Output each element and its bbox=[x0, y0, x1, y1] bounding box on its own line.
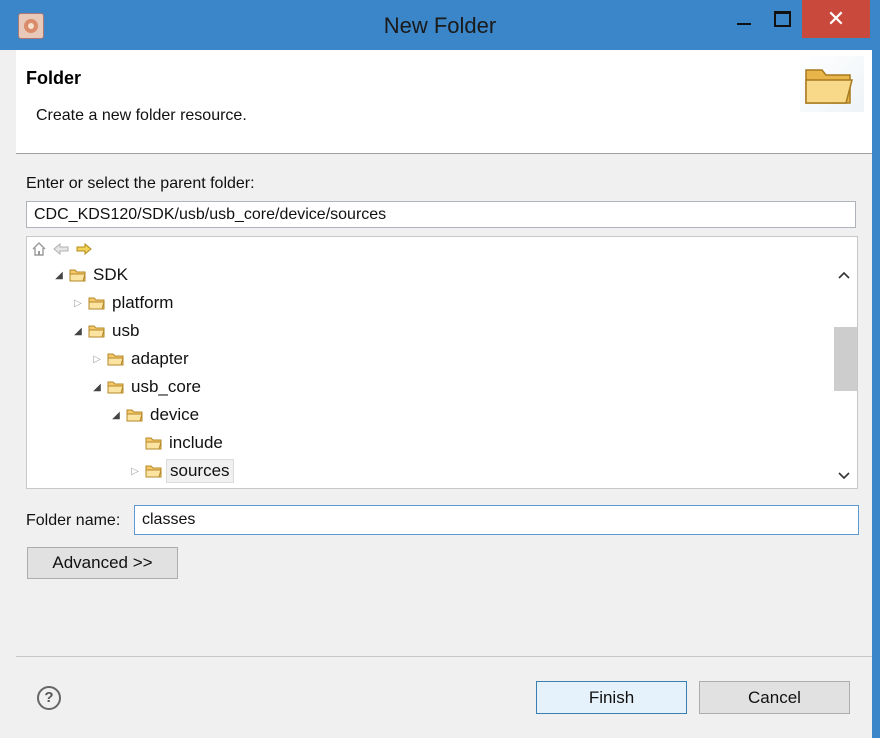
collapsed-twisty-icon[interactable]: ▷ bbox=[127, 466, 143, 477]
maximize-button[interactable] bbox=[764, 0, 800, 38]
tree-item-label: usb_core bbox=[131, 377, 201, 396]
tree-item-label: include bbox=[169, 433, 223, 452]
expanded-twisty-icon[interactable]: ◢ bbox=[108, 410, 124, 421]
tree-item-label: SDK bbox=[93, 265, 128, 284]
tree-toolbar bbox=[27, 237, 857, 261]
tree-item-label: sources bbox=[166, 459, 234, 483]
parent-folder-input[interactable] bbox=[26, 201, 856, 228]
minimize-button[interactable] bbox=[724, 0, 764, 38]
tree-item-device[interactable]: ◢ device bbox=[108, 403, 202, 427]
cancel-button[interactable]: Cancel bbox=[699, 681, 850, 714]
tree-item-label: platform bbox=[112, 293, 174, 312]
finish-button[interactable]: Finish bbox=[536, 681, 687, 714]
tree-item-label: adapter bbox=[131, 349, 189, 368]
folder-tree[interactable]: ◢ SDK ▷ platform ◢ usb ▷ adapter ◢ usb_c… bbox=[26, 236, 858, 489]
forward-arrow-icon[interactable] bbox=[76, 242, 92, 256]
folder-wizard-icon bbox=[800, 56, 864, 112]
scroll-down-icon[interactable] bbox=[831, 464, 857, 486]
tree-item-label: usb bbox=[112, 321, 140, 340]
collapsed-twisty-icon[interactable]: ▷ bbox=[70, 298, 86, 309]
folder-icon bbox=[88, 297, 105, 310]
tree-item-adapter[interactable]: ▷ adapter bbox=[89, 347, 192, 371]
back-arrow-icon[interactable] bbox=[53, 242, 69, 256]
page-title: Folder bbox=[26, 68, 82, 88]
tree-item-sdk[interactable]: ◢ SDK bbox=[51, 263, 131, 287]
maximize-icon bbox=[773, 11, 791, 27]
expanded-twisty-icon[interactable]: ◢ bbox=[70, 326, 86, 337]
expanded-twisty-icon[interactable]: ◢ bbox=[89, 382, 105, 393]
folder-icon bbox=[107, 381, 124, 394]
button-bar-separator bbox=[16, 656, 872, 657]
home-icon[interactable] bbox=[31, 242, 47, 256]
scrollbar-thumb[interactable] bbox=[834, 327, 857, 391]
background-window-edge bbox=[0, 0, 16, 738]
tree-item-platform[interactable]: ▷ platform bbox=[70, 291, 176, 315]
dialog-body: Folder Create a new folder resource. Ent… bbox=[16, 50, 872, 738]
tree-item-include[interactable]: include bbox=[127, 431, 226, 455]
folder-name-label: Folder name: bbox=[26, 512, 121, 529]
tree-rows: ◢ SDK ▷ platform ◢ usb ▷ adapter ◢ usb_c… bbox=[27, 261, 831, 488]
expanded-twisty-icon[interactable]: ◢ bbox=[51, 270, 67, 281]
folder-icon bbox=[88, 325, 105, 338]
tree-item-sources[interactable]: ▷ sources bbox=[127, 459, 234, 483]
page-description: Create a new folder resource. bbox=[36, 107, 247, 124]
folder-name-input[interactable] bbox=[134, 505, 859, 535]
tree-item-usb[interactable]: ◢ usb bbox=[70, 319, 142, 343]
close-button[interactable]: ✕ bbox=[802, 0, 870, 38]
folder-icon bbox=[145, 437, 162, 450]
tree-item-usb-core[interactable]: ◢ usb_core bbox=[89, 375, 204, 399]
tree-scrollbar[interactable] bbox=[831, 261, 857, 488]
help-icon[interactable]: ? bbox=[37, 686, 61, 710]
folder-icon bbox=[126, 409, 143, 422]
tree-item-label: device bbox=[150, 405, 200, 424]
scroll-up-icon[interactable] bbox=[831, 263, 857, 285]
wizard-header: Folder Create a new folder resource. bbox=[16, 50, 872, 154]
close-icon: ✕ bbox=[826, 6, 846, 31]
title-bar[interactable]: New Folder ✕ bbox=[0, 0, 880, 50]
collapsed-twisty-icon[interactable]: ▷ bbox=[89, 354, 105, 365]
folder-icon bbox=[69, 269, 86, 282]
advanced-button[interactable]: Advanced >> bbox=[27, 547, 178, 579]
folder-icon bbox=[107, 353, 124, 366]
folder-icon bbox=[145, 465, 162, 478]
minimize-icon bbox=[737, 23, 751, 25]
parent-folder-label: Enter or select the parent folder: bbox=[26, 175, 255, 192]
